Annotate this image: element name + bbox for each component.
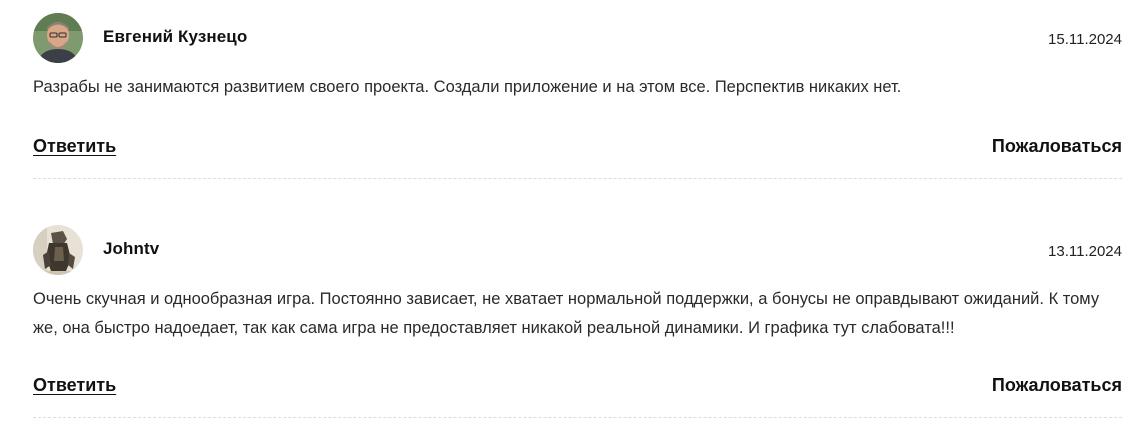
comment-actions: Ответить Пожаловаться bbox=[33, 375, 1122, 399]
avatar bbox=[33, 225, 83, 275]
comment-text: Очень скучная и однообразная игра. Посто… bbox=[33, 290, 1100, 337]
comment-item: Евгений Кузнецо 15.11.2024 Разрабы не за… bbox=[33, 0, 1122, 179]
report-link[interactable]: Пожаловаться bbox=[992, 375, 1122, 396]
reply-link[interactable]: Ответить bbox=[33, 136, 116, 157]
comment-date: 15.11.2024 bbox=[1048, 31, 1122, 48]
avatar bbox=[33, 13, 83, 63]
comment-item: Johntv 13.11.2024 Очень скучная и однооб… bbox=[33, 179, 1122, 418]
comment-date: 13.11.2024 bbox=[1048, 243, 1122, 260]
report-link[interactable]: Пожаловаться bbox=[992, 136, 1122, 157]
user-photo-avatar-icon bbox=[33, 225, 83, 275]
comment-text: Разрабы не занимаются развитием своего п… bbox=[33, 78, 902, 96]
comment-header: Евгений Кузнецо 15.11.2024 bbox=[33, 13, 1122, 63]
user-photo-avatar-icon bbox=[33, 13, 83, 63]
comment-header: Johntv 13.11.2024 bbox=[33, 225, 1122, 275]
comment-author: Евгений Кузнецо bbox=[103, 27, 248, 46]
comments-list: Евгений Кузнецо 15.11.2024 Разрабы не за… bbox=[33, 0, 1122, 418]
comment-actions: Ответить Пожаловаться bbox=[33, 136, 1122, 160]
comment-author: Johntv bbox=[103, 239, 160, 258]
reply-link[interactable]: Ответить bbox=[33, 375, 116, 396]
